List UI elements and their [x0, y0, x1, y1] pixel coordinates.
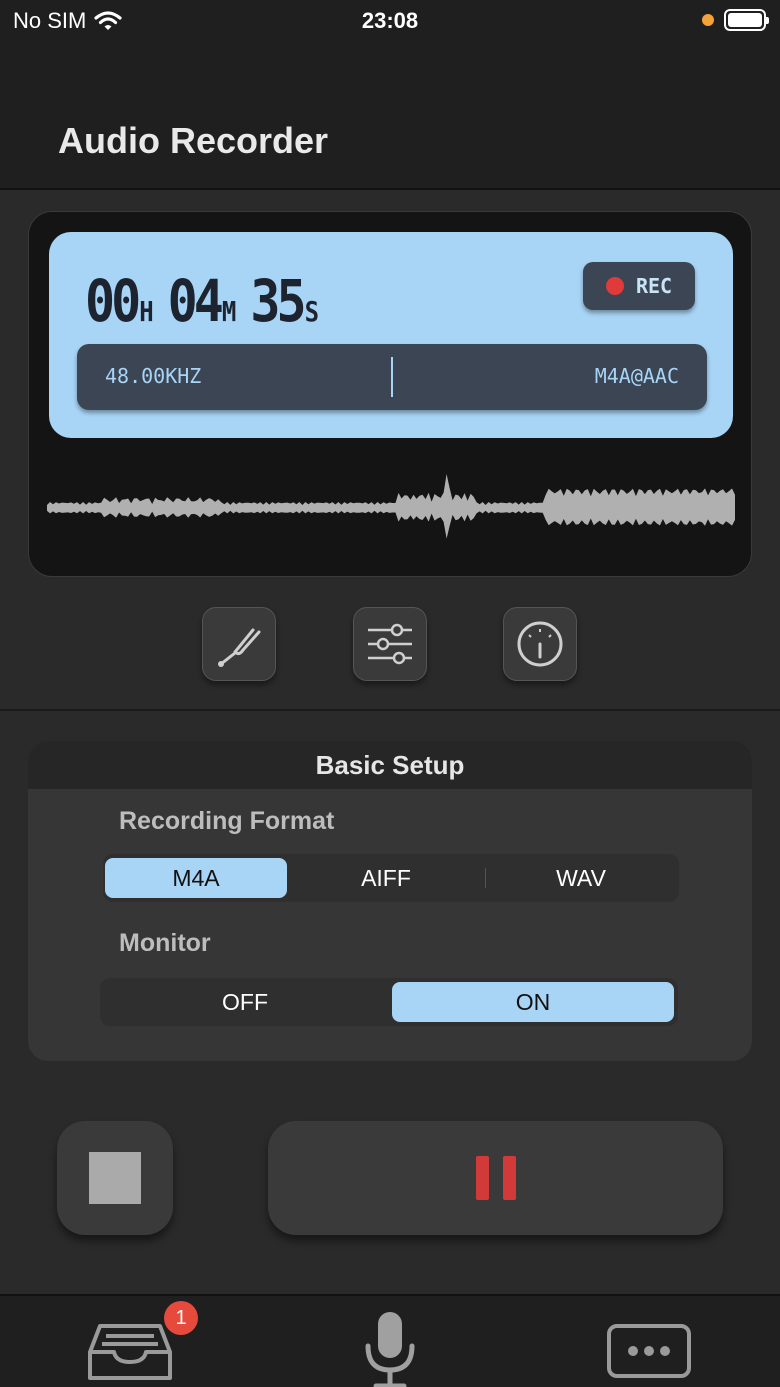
- stop-icon: [89, 1152, 141, 1204]
- rec-indicator-button[interactable]: REC: [583, 262, 695, 310]
- tuner-button[interactable]: [202, 607, 276, 681]
- recorder-display: 00 H 04 M 35 S REC 48.00KHZ M4A@AAC: [28, 211, 752, 577]
- gauge-icon: [517, 621, 563, 667]
- recording-format-label: Recording Format: [119, 807, 335, 835]
- settings-sliders-button[interactable]: [353, 607, 427, 681]
- pause-icon: [475, 1156, 489, 1200]
- monitor-option-on[interactable]: ON: [392, 982, 674, 1022]
- pause-button[interactable]: [268, 1121, 723, 1235]
- status-time: 23:08: [361, 8, 419, 33]
- timer-seconds: 35: [250, 268, 306, 335]
- format-option-wav[interactable]: WAV: [486, 858, 676, 898]
- format-info-bar: 48.00KHZ M4A@AAC: [77, 344, 707, 410]
- waveform-display: [47, 474, 735, 539]
- tab-record[interactable]: [360, 1308, 420, 1387]
- timer-seconds-unit: S: [304, 295, 320, 328]
- tab-bar: [0, 1294, 780, 1387]
- rec-label: REC: [635, 274, 673, 298]
- record-dot-icon: [605, 277, 624, 295]
- sample-rate-label: 48.00KHZ: [105, 364, 202, 388]
- info-divider: [391, 357, 393, 397]
- inbox-icon: [88, 1324, 172, 1380]
- lcd-screen: 00 H 04 M 35 S REC 48.00KHZ M4A@AAC: [49, 232, 733, 438]
- basic-setup-panel: Basic Setup Recording Format M4A AIFF WA…: [28, 741, 752, 1061]
- section-divider: [0, 709, 780, 711]
- stop-button[interactable]: [57, 1121, 173, 1235]
- status-bar: No SIM 23:08: [0, 0, 780, 44]
- microphone-icon: [365, 1312, 415, 1387]
- tab-more[interactable]: [606, 1323, 692, 1379]
- tab-inbox[interactable]: [86, 1322, 174, 1382]
- page-title: Audio Recorder: [58, 120, 329, 161]
- timer-hours: 00: [85, 268, 141, 335]
- monitor-segmented-control: OFF ON: [100, 978, 678, 1026]
- elapsed-timer: 00 H 04 M 35 S: [85, 268, 333, 335]
- more-icon: [607, 1324, 691, 1378]
- tuning-fork-icon: [218, 628, 261, 667]
- format-option-aiff[interactable]: AIFF: [287, 858, 485, 898]
- battery-icon: [724, 9, 769, 31]
- monitor-option-off[interactable]: OFF: [100, 982, 390, 1022]
- sliders-icon: [368, 623, 412, 665]
- status-right: [702, 9, 769, 31]
- monitor-label: Monitor: [119, 929, 211, 957]
- format-option-m4a[interactable]: M4A: [105, 858, 287, 898]
- recording-format-segmented-control: M4A AIFF WAV: [103, 854, 679, 902]
- pause-icon-bar: [502, 1156, 516, 1200]
- timer-minutes-unit: M: [221, 295, 237, 328]
- format-label: M4A@AAC: [594, 364, 679, 388]
- inbox-badge: 1: [164, 1301, 198, 1335]
- level-meter-button[interactable]: [503, 607, 577, 681]
- nav-header: Audio Recorder: [0, 44, 780, 190]
- timer-minutes: 04: [167, 268, 224, 335]
- timer-hours-unit: H: [139, 295, 154, 328]
- setup-title: Basic Setup: [28, 741, 752, 789]
- privacy-indicator-icon: [702, 14, 714, 26]
